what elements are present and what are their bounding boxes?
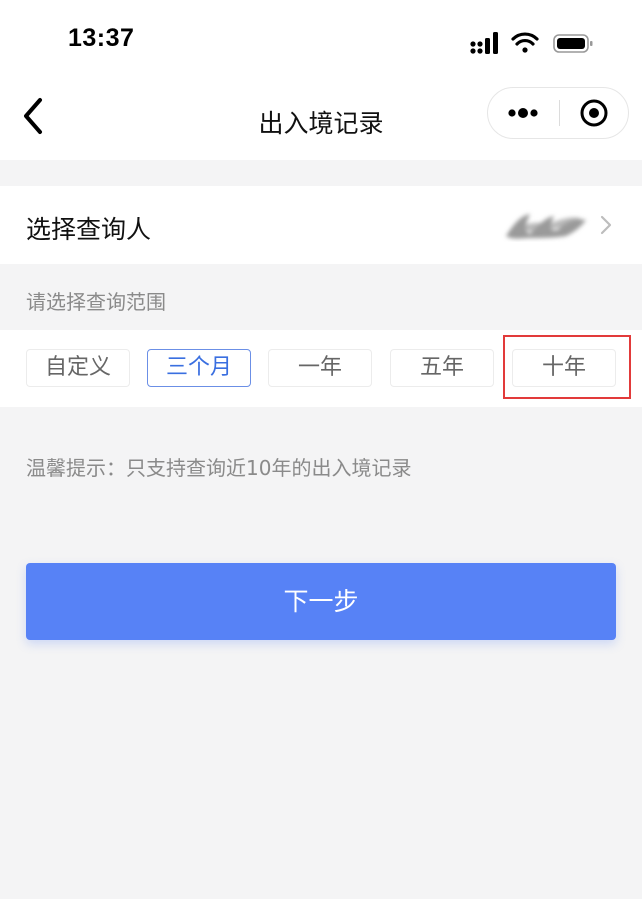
range-option-ten-years[interactable]: 十年 [512, 349, 616, 387]
status-time: 13:37 [68, 24, 135, 52]
range-option-one-year[interactable]: 一年 [268, 349, 372, 387]
status-bar: 13:37 [0, 0, 642, 80]
next-step-button[interactable]: 下一步 [26, 563, 616, 640]
more-dots-icon [508, 108, 538, 118]
target-circle-icon [580, 99, 608, 127]
battery-icon [553, 34, 593, 53]
tip-text: 温馨提示：只支持查询近10年的出入境记录 [26, 456, 412, 480]
chevron-right-icon [600, 215, 612, 235]
select-person-label: 选择查询人 [26, 215, 152, 244]
range-label: 请选择查询范围 [26, 290, 166, 314]
wifi-icon [511, 32, 539, 53]
cellular-signal-icon [470, 32, 498, 54]
range-option-five-years[interactable]: 五年 [390, 349, 494, 387]
blurred-person-name [506, 214, 586, 239]
mini-program-capsule [487, 87, 629, 139]
more-button[interactable] [488, 88, 558, 138]
close-button[interactable] [560, 88, 628, 138]
range-option-three-months[interactable]: 三个月 [147, 349, 251, 387]
nav-bar: 出入境记录 [0, 80, 642, 160]
range-options: 自定义 三个月 一年 五年 十年 [0, 330, 642, 407]
select-person-row[interactable]: 选择查询人 [0, 186, 642, 264]
range-option-custom[interactable]: 自定义 [26, 349, 130, 387]
status-icons [470, 32, 593, 54]
